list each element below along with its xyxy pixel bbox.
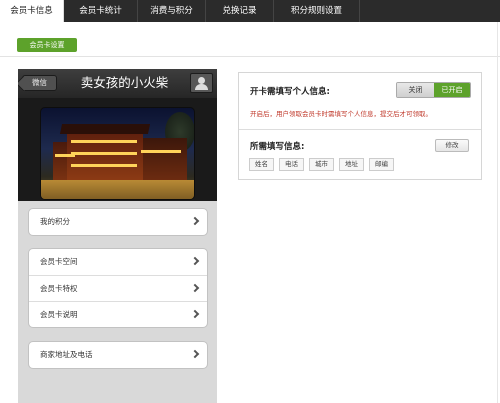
require-info-toggle[interactable]: 关闭 已开启 xyxy=(396,82,471,98)
field-chip-city: 城市 xyxy=(309,158,334,171)
phone-preview: 微信 卖女孩的小火柴 我的积分 会员卡空间 会员卡特权 会员卡说明 商家地址及电… xyxy=(18,69,217,403)
menu-item-my-points[interactable]: 我的积分 xyxy=(29,209,207,235)
chevron-right-icon xyxy=(190,283,200,293)
require-info-section: 开卡需填写个人信息: 关闭 已开启 开启后，用户领取会员卡时需填写个人信息，提交… xyxy=(239,73,481,130)
tab-redemption-records[interactable]: 兑换记录 xyxy=(206,0,274,22)
require-info-label: 开卡需填写个人信息: xyxy=(250,87,330,97)
menu-card-merchant: 商家地址及电话 xyxy=(28,341,208,369)
settings-panel: 开卡需填写个人信息: 关闭 已开启 开启后，用户领取会员卡时需填写个人信息，提交… xyxy=(238,72,482,180)
required-fields-label: 所需填写信息: xyxy=(250,142,305,152)
tab-points-rules[interactable]: 积分规则设置 xyxy=(274,0,360,22)
field-chip-zip: 邮编 xyxy=(369,158,394,171)
menu-item-merchant-address[interactable]: 商家地址及电话 xyxy=(29,342,207,368)
phone-header: 微信 卖女孩的小火柴 xyxy=(18,69,217,98)
field-chip-name: 姓名 xyxy=(249,158,274,171)
divider xyxy=(0,56,500,57)
require-info-hint: 开启后，用户领取会员卡时需填写个人信息，提交后才可领取。 xyxy=(250,110,432,118)
edit-button[interactable]: 修改 xyxy=(435,139,469,152)
menu-card-membership: 会员卡空间 会员卡特权 会员卡说明 xyxy=(28,248,208,328)
back-button[interactable]: 微信 xyxy=(22,75,57,91)
toggle-off-option[interactable]: 关闭 xyxy=(397,83,434,97)
menu-item-label: 会员卡说明 xyxy=(40,310,78,319)
menu-card-points: 我的积分 xyxy=(28,208,208,236)
field-chip-phone: 电话 xyxy=(279,158,304,171)
tab-card-stats[interactable]: 会员卡统计 xyxy=(64,0,138,22)
menu-item-label: 会员卡空间 xyxy=(40,257,78,266)
card-settings-button[interactable]: 会员卡设置 xyxy=(17,38,77,52)
phone-title: 卖女孩的小火柴 xyxy=(80,75,169,90)
chevron-right-icon xyxy=(190,216,200,226)
menu-item-card-space[interactable]: 会员卡空间 xyxy=(29,249,207,275)
toggle-on-option[interactable]: 已开启 xyxy=(434,83,470,97)
menu-item-label: 会员卡特权 xyxy=(40,284,78,293)
field-chip-address: 地址 xyxy=(339,158,364,171)
chevron-right-icon xyxy=(190,309,200,319)
tab-consumption-points[interactable]: 消费与积分 xyxy=(138,0,206,22)
top-nav: 会员卡信息 会员卡统计 消费与积分 兑换记录 积分规则设置 xyxy=(0,0,500,22)
tab-card-info[interactable]: 会员卡信息 xyxy=(0,0,64,22)
chevron-right-icon xyxy=(190,256,200,266)
back-button-label: 微信 xyxy=(32,78,47,87)
required-fields-list: 姓名 电话 城市 地址 邮编 xyxy=(249,158,399,171)
user-icon[interactable] xyxy=(190,73,213,93)
menu-item-label: 商家地址及电话 xyxy=(40,350,93,359)
storefront-photo xyxy=(40,107,195,200)
menu-item-card-description[interactable]: 会员卡说明 xyxy=(29,301,207,327)
menu-item-label: 我的积分 xyxy=(40,217,70,226)
menu-item-card-privileges[interactable]: 会员卡特权 xyxy=(29,275,207,301)
page-border xyxy=(497,22,498,403)
chevron-right-icon xyxy=(190,349,200,359)
